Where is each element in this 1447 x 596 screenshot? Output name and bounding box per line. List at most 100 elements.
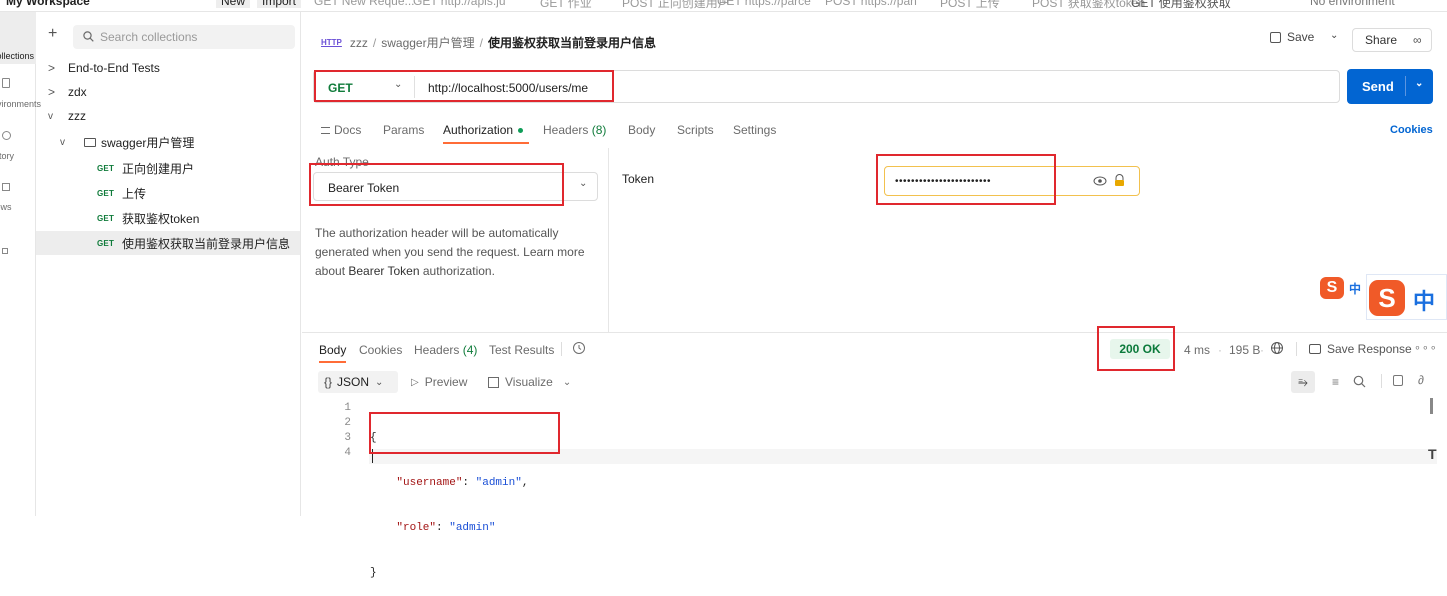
json-line: "username": "admin", xyxy=(396,477,529,489)
bearer-token-link[interactable]: Bearer Token xyxy=(348,264,419,278)
visualize-button[interactable]: Visualize ⌄ xyxy=(488,375,571,389)
wrap-lines-icon[interactable]: ⥱ xyxy=(1291,371,1315,393)
chevron-down-icon[interactable]: ⌄ xyxy=(394,79,402,90)
json-body[interactable]: { "username": "admin", "role": "admin" } xyxy=(370,401,528,596)
request-item[interactable]: GET 上传 xyxy=(36,181,300,205)
tab-params[interactable]: Params xyxy=(383,123,424,137)
status-badge[interactable]: 200 OK xyxy=(1110,339,1170,359)
rail-more[interactable] xyxy=(0,244,36,264)
ime-mode-label: 中 xyxy=(1349,282,1362,296)
link-icon[interactable]: ∂ xyxy=(1418,373,1424,387)
request-tab[interactable]: GET http://apis.ju xyxy=(413,0,506,8)
chevron-right-icon: > xyxy=(48,85,56,99)
collection-end-to-end-tests[interactable]: > End-to-End Tests xyxy=(36,56,300,80)
current-line-highlight xyxy=(369,449,1437,464)
visualize-icon xyxy=(488,376,499,388)
save-options-chevron-icon[interactable]: ⌄ xyxy=(1330,30,1338,41)
request-tab[interactable]: POST 获取鉴权token xyxy=(1032,0,1145,11)
request-tab[interactable]: GET 作业 xyxy=(540,0,592,11)
save-response-button[interactable]: Save Response xyxy=(1309,342,1412,356)
format-select[interactable]: {} JSON ⌄ xyxy=(318,371,398,393)
json-line: { xyxy=(370,432,377,444)
active-tab-underline xyxy=(319,361,346,363)
share-button[interactable]: Share ∞ xyxy=(1352,28,1432,52)
request-tab[interactable]: GET https://parce xyxy=(717,0,811,8)
tab-headers[interactable]: Headers (8) xyxy=(543,123,606,137)
ime-mode-label: 中 xyxy=(1413,289,1436,314)
tab-docs[interactable]: Docs xyxy=(321,123,361,137)
response-tab-test-results[interactable]: Test Results xyxy=(489,343,554,357)
search-placeholder: Search collections xyxy=(100,30,198,44)
breadcrumb-folder[interactable]: swagger用户管理 xyxy=(381,34,474,51)
response-tab-body[interactable]: Body xyxy=(319,343,346,357)
play-icon: ▷ xyxy=(411,376,419,388)
request-tab[interactable]: POST https://pan xyxy=(825,0,917,8)
folder-swagger[interactable]: v swagger用户管理 xyxy=(36,130,300,154)
json-line: "role": "admin" xyxy=(396,522,496,534)
response-size[interactable]: 195 B xyxy=(1229,343,1260,357)
more-options-icon[interactable]: ∘∘∘ xyxy=(1414,341,1438,354)
grid-icon xyxy=(2,248,8,254)
rail-collections[interactable]: Collections xyxy=(0,12,36,64)
request-tab[interactable]: POST 上传 xyxy=(940,0,1000,11)
preview-button[interactable]: ▷ Preview xyxy=(411,375,467,389)
auth-type-select[interactable]: Bearer Token ⌄ xyxy=(313,172,598,201)
request-item-selected[interactable]: GET 使用鉴权获取当前登录用户信息 xyxy=(36,231,300,255)
collection-zdx[interactable]: > zdx xyxy=(36,80,300,104)
globe-icon[interactable] xyxy=(1270,341,1284,355)
request-item[interactable]: GET 获取鉴权token xyxy=(36,206,300,230)
ime-small-indicator: S 中 xyxy=(1320,277,1362,302)
collections-sidebar: + Search collections > End-to-End Tests … xyxy=(36,12,301,516)
breadcrumb-collection[interactable]: zzz xyxy=(350,36,368,50)
import-button[interactable]: Import xyxy=(257,0,302,8)
filter-icon[interactable]: ≡ xyxy=(1332,375,1339,389)
request-tab[interactable]: POST 正向创建用户 xyxy=(622,0,730,11)
response-tab-cookies[interactable]: Cookies xyxy=(359,343,402,357)
request-tab[interactable]: GET New Reque... xyxy=(314,0,415,8)
lock-warning-icon[interactable] xyxy=(1114,174,1125,187)
rail-history[interactable]: History xyxy=(0,124,36,168)
cookies-link[interactable]: Cookies xyxy=(1390,124,1433,136)
save-button[interactable]: Save xyxy=(1270,30,1314,44)
link-icon[interactable]: ∞ xyxy=(1413,33,1422,47)
collection-zzz[interactable]: v zzz xyxy=(36,104,300,128)
active-dot xyxy=(518,127,524,133)
search-collections-input[interactable]: Search collections xyxy=(73,25,295,49)
response-time[interactable]: 4 ms xyxy=(1184,343,1210,357)
scrollbar-thumb[interactable] xyxy=(1430,398,1433,414)
ime-logo-icon: S xyxy=(1369,280,1405,316)
new-button[interactable]: New xyxy=(216,0,251,8)
json-line: } xyxy=(370,567,377,579)
request-title[interactable]: 使用鉴权获取当前登录用户信息 xyxy=(488,34,656,51)
tab-settings[interactable]: Settings xyxy=(733,123,776,137)
token-input[interactable]: •••••••••••••••••••••••• xyxy=(884,166,1140,196)
search-icon[interactable] xyxy=(1353,375,1366,388)
folder-icon xyxy=(84,137,96,147)
braces-icon: {} xyxy=(324,375,333,389)
rail-environments[interactable]: Environments xyxy=(0,72,41,116)
tab-scripts[interactable]: Scripts xyxy=(677,123,714,137)
token-label: Token xyxy=(622,172,655,186)
copy-icon[interactable] xyxy=(1393,375,1403,386)
add-collection-icon[interactable]: + xyxy=(48,26,57,42)
workspace-name[interactable]: My Workspace xyxy=(6,0,90,8)
method-select[interactable]: GET xyxy=(328,81,353,95)
request-item[interactable]: GET 正向创建用户 xyxy=(36,156,300,180)
tab-body[interactable]: Body xyxy=(628,123,655,137)
request-tab-active[interactable]: GET 使用鉴权获取 xyxy=(1131,0,1231,11)
chevron-down-icon: ⌄ xyxy=(375,376,384,388)
tab-authorization[interactable]: Authorization xyxy=(443,123,524,137)
auth-description: The authorization header will be automat… xyxy=(315,226,585,278)
top-tab-strip: My Workspace New Import GET New Reque...… xyxy=(0,0,1447,12)
environment-selector[interactable]: No environment xyxy=(1310,0,1395,8)
response-tab-headers[interactable]: Headers (4) xyxy=(414,343,477,357)
eye-icon[interactable] xyxy=(1093,176,1107,186)
text-cursor-marker: T xyxy=(1428,446,1437,462)
chevron-down-icon[interactable]: ⌄ xyxy=(563,377,571,388)
rail-flows[interactable]: Flows xyxy=(0,177,36,221)
url-input[interactable]: http://localhost:5000/users/me xyxy=(428,81,588,95)
chevron-down-icon[interactable]: ⌄ xyxy=(1415,78,1423,89)
line-numbers: 1 2 3 4 xyxy=(344,402,351,459)
history-icon[interactable] xyxy=(572,341,586,355)
send-button[interactable]: Send ⌄ xyxy=(1347,69,1433,104)
